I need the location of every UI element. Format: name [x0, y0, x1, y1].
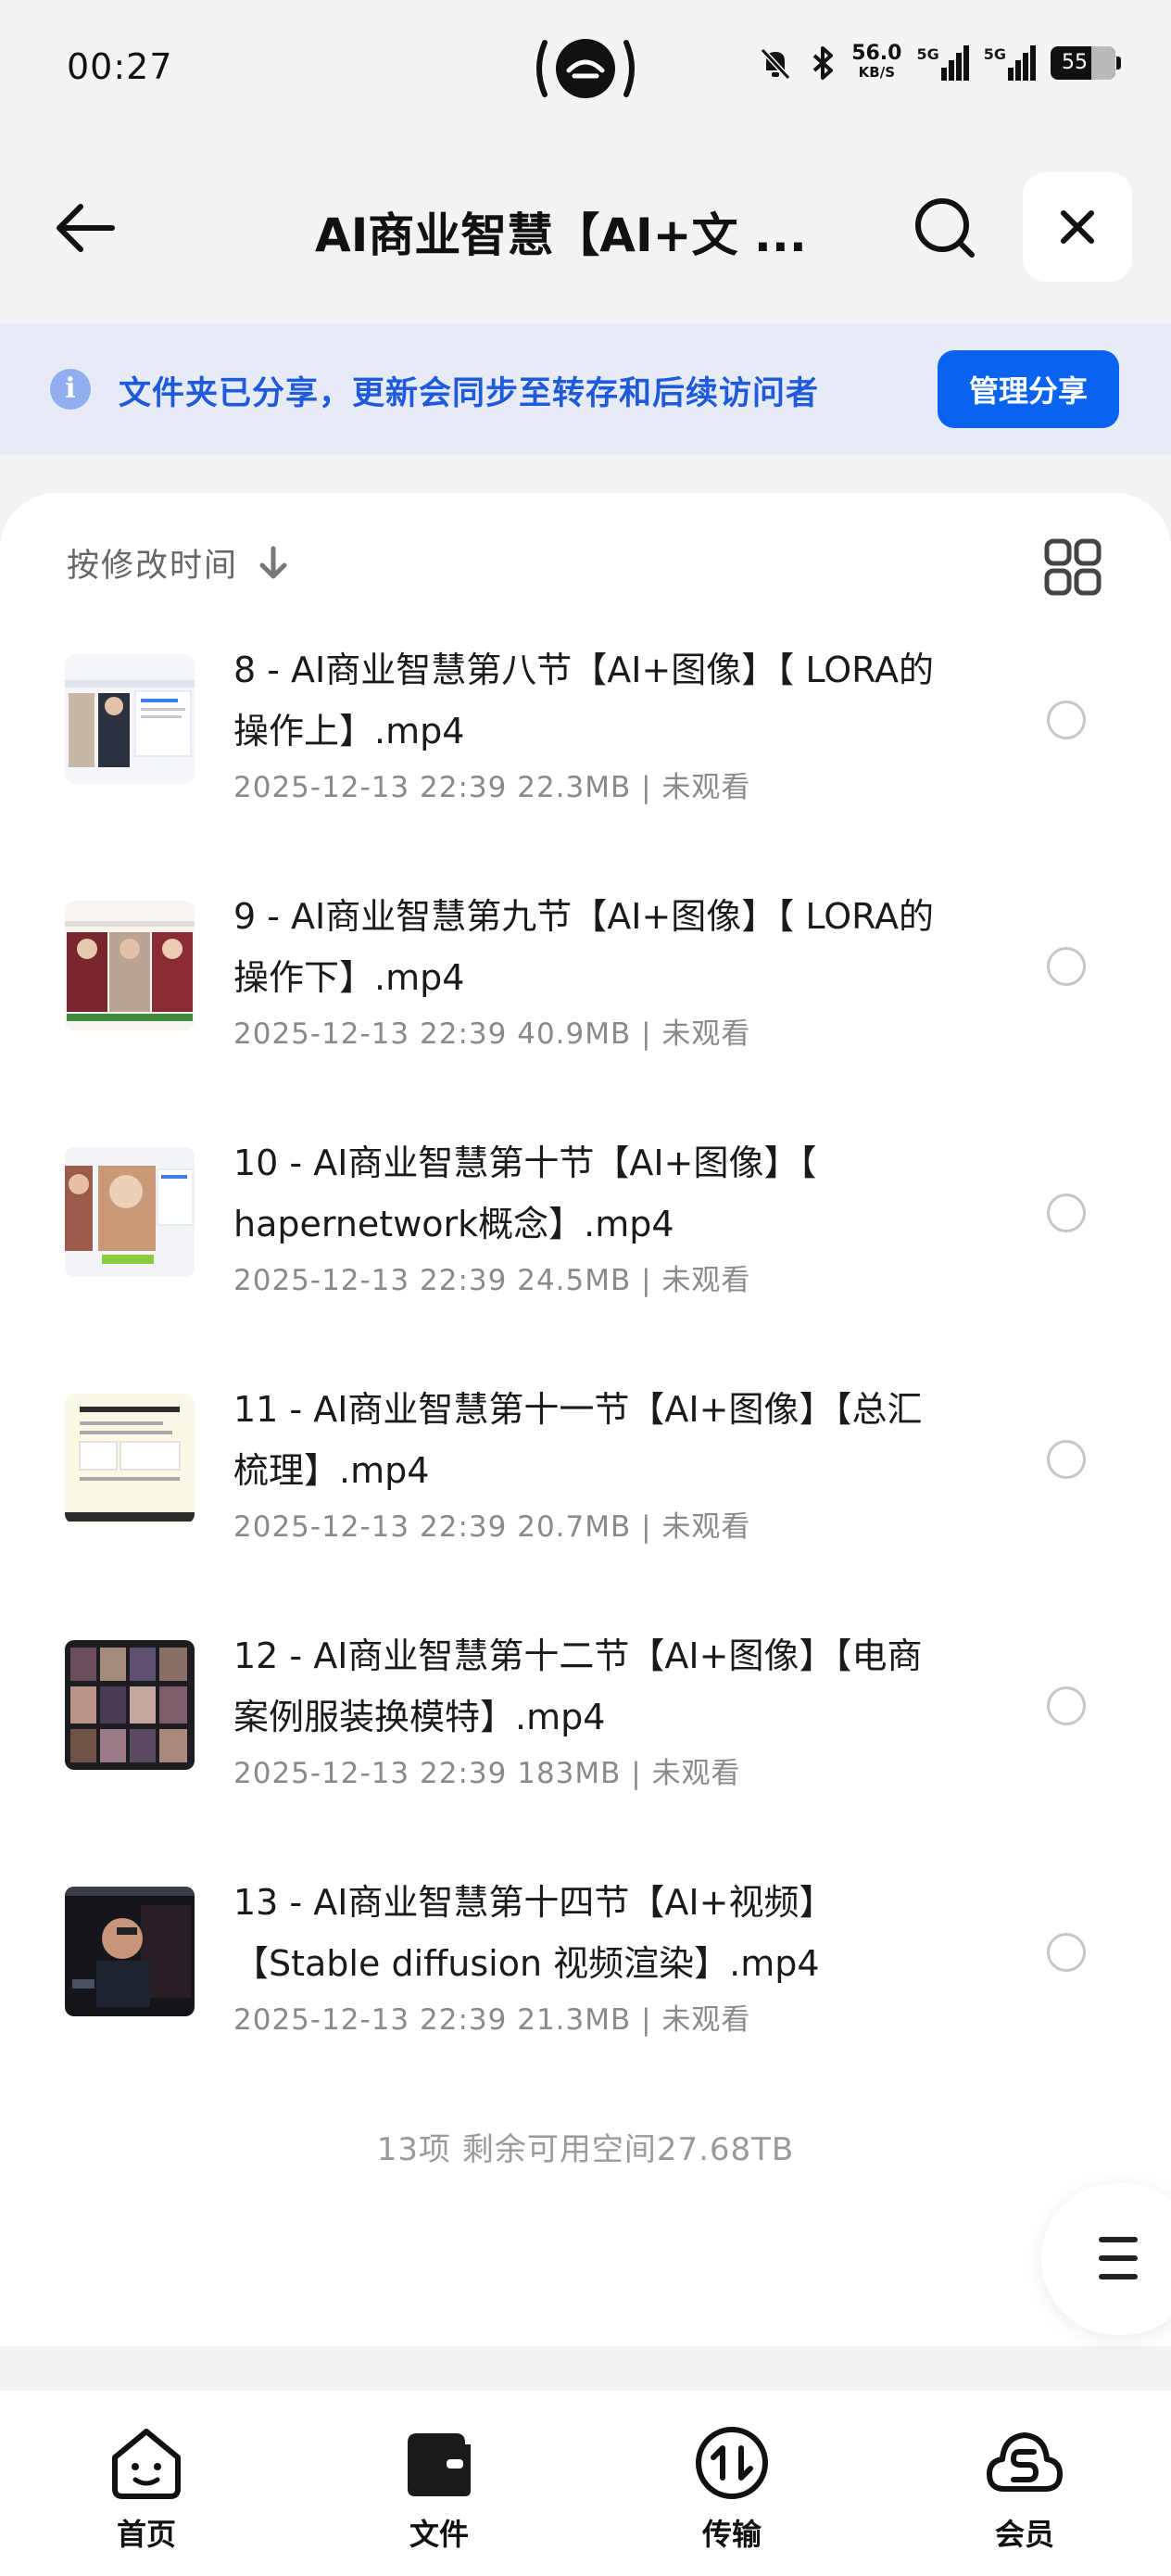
share-banner: i 文件夹已分享，更新会同步至转存和后续访问者 管理分享	[0, 324, 1171, 454]
folder-wallet-icon	[408, 2433, 471, 2496]
file-name: 11 - AI商业智慧第十一节【AI+图像】【总汇梳理】.mp4	[233, 1389, 923, 1491]
file-row[interactable]: 8 - AI商业智慧第八节【AI+图像】【 LORA的操作上】.mp4 2025…	[0, 632, 1171, 878]
bottom-nav: 首页 文件 传输 会员	[0, 2391, 1171, 2576]
status-icons: 56.0 KB/S 5G 5G 55	[757, 42, 1121, 82]
video-thumbnail	[65, 654, 195, 784]
search-button[interactable]	[908, 191, 982, 265]
file-meta: 2025-12-13 22:39 40.9MB | 未观看	[233, 1017, 751, 1051]
video-thumbnail	[65, 1394, 195, 1523]
select-radio[interactable]	[1047, 947, 1086, 986]
home-face-icon	[112, 2429, 181, 2499]
file-row[interactable]: 10 - AI商业智慧第十节【AI+图像】【 hapernetwork概念】.m…	[0, 1125, 1171, 1371]
vip-cloud-icon	[987, 2432, 1063, 2492]
select-radio[interactable]	[1047, 1686, 1086, 1725]
file-list-panel: 按修改时间 8 - AI商业智慧第八节【AI+图像】【 LORA的操作上】.mp…	[0, 493, 1171, 2346]
select-radio[interactable]	[1047, 1193, 1086, 1232]
battery-indicator: 55	[1051, 46, 1121, 80]
storage-summary: 13项 剩余可用空间27.68TB	[376, 2131, 795, 2168]
menu-icon	[1099, 2237, 1138, 2279]
share-banner-text: 文件夹已分享，更新会同步至转存和后续访问者	[119, 375, 820, 412]
close-button[interactable]	[1023, 172, 1132, 282]
nav-label: 传输	[701, 2517, 762, 2552]
file-meta: 2025-12-13 22:39 21.3MB | 未观看	[233, 2003, 751, 2037]
back-button[interactable]	[48, 191, 122, 265]
sort-selector[interactable]: 按修改时间	[67, 539, 290, 587]
file-name: 13 - AI商业智慧第十四节【AI+视频】【Stable diffusion …	[233, 1882, 835, 1984]
video-thumbnail	[65, 1887, 195, 2016]
video-thumbnail	[65, 1640, 195, 1770]
file-meta: 2025-12-13 22:39 183MB | 未观看	[233, 1757, 741, 1790]
select-radio[interactable]	[1047, 701, 1086, 739]
file-name: 8 - AI商业智慧第八节【AI+图像】【 LORA的操作上】.mp4	[233, 650, 934, 751]
arrow-left-icon	[57, 204, 115, 252]
bluetooth-icon	[812, 46, 834, 80]
sort-label: 按修改时间	[67, 548, 239, 585]
nav-label: 首页	[116, 2517, 176, 2552]
select-radio[interactable]	[1047, 1933, 1086, 1972]
grid-view-icon	[1044, 538, 1102, 596]
nav-item-transfer[interactable]: 传输	[586, 2391, 878, 2576]
nav-item-files[interactable]: 文件	[293, 2391, 586, 2576]
select-radio[interactable]	[1047, 1440, 1086, 1479]
manage-share-button[interactable]: 管理分享	[938, 350, 1119, 428]
net-speed: 56.0 KB/S	[851, 42, 902, 82]
nav-label: 文件	[409, 2517, 469, 2552]
nav-item-vip[interactable]: 会员	[878, 2391, 1171, 2576]
signal-icon-2: 5G	[984, 45, 1036, 81]
video-thumbnail	[65, 901, 195, 1030]
file-row[interactable]: 11 - AI商业智慧第十一节【AI+图像】【总汇梳理】.mp4 2025-12…	[0, 1371, 1171, 1618]
signal-icon-1: 5G	[916, 45, 969, 81]
arrow-down-icon	[259, 546, 287, 578]
file-row[interactable]: 13 - AI商业智慧第十四节【AI+视频】【Stable diffusion …	[0, 1864, 1171, 2111]
file-name: 10 - AI商业智慧第十节【AI+图像】【 hapernetwork概念】.m…	[233, 1143, 817, 1244]
file-meta: 2025-12-13 22:39 20.7MB | 未观看	[233, 1510, 751, 1544]
file-name: 9 - AI商业智慧第九节【AI+图像】【 LORA的操作下】.mp4	[233, 896, 934, 998]
mute-bell-icon	[760, 47, 791, 81]
status-bar: 00:27 56.0 KB/S 5G 5G 55	[0, 0, 1171, 139]
hotspot-icon	[536, 39, 635, 98]
file-meta: 2025-12-13 22:39 24.5MB | 未观看	[233, 1264, 751, 1297]
video-thumbnail	[65, 1147, 195, 1277]
nav-label: 会员	[994, 2517, 1054, 2552]
file-row[interactable]: 12 - AI商业智慧第十二节【AI+图像】【电商案例服装换模特】.mp4 20…	[0, 1618, 1171, 1864]
search-icon	[915, 198, 975, 258]
file-meta: 2025-12-13 22:39 22.3MB | 未观看	[233, 771, 751, 804]
file-name: 12 - AI商业智慧第十二节【AI+图像】【电商案例服装换模特】.mp4	[233, 1635, 923, 1737]
info-icon: i	[50, 369, 91, 410]
file-row[interactable]: 9 - AI商业智慧第九节【AI+图像】【 LORA的操作下】.mp4 2025…	[0, 878, 1171, 1125]
nav-item-home[interactable]: 首页	[0, 2391, 293, 2576]
header: AI商业智慧【AI+文 ...	[0, 163, 1171, 289]
status-time: 00:27	[67, 46, 173, 87]
close-icon	[1061, 210, 1094, 244]
file-list: 8 - AI商业智慧第八节【AI+图像】【 LORA的操作上】.mp4 2025…	[0, 632, 1171, 2111]
page-title: AI商业智慧【AI+文 ...	[315, 208, 807, 262]
grid-view-toggle[interactable]	[1043, 537, 1102, 597]
transfer-icon	[696, 2427, 768, 2499]
